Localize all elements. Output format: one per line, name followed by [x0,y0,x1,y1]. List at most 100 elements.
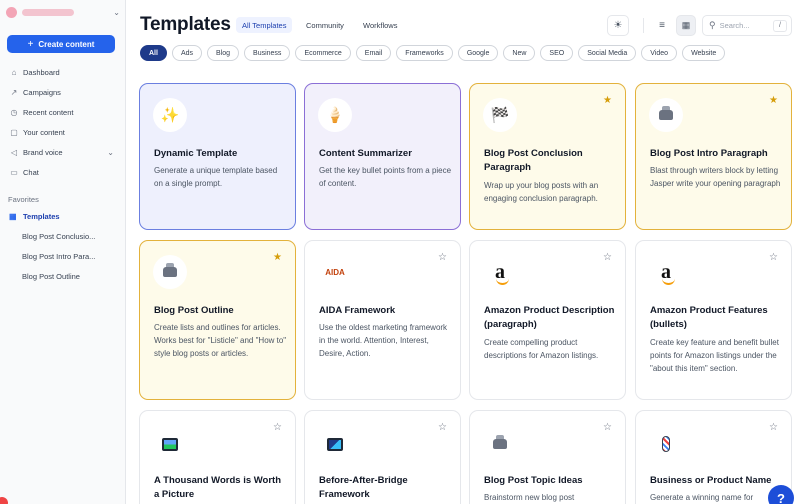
page-title: Templates [140,14,231,35]
list-view-button[interactable]: ≡ [652,15,672,36]
filter-chips: All Ads Blog Business Ecommerce Email Fr… [140,45,726,61]
template-card-thousand-words[interactable]: ☆ A Thousand Words is Worth a Picture [139,410,296,504]
star-outline-icon[interactable]: ☆ [769,252,778,263]
star-icon[interactable]: ★ [273,252,282,263]
question-mark-icon: ? [777,490,785,504]
grid-view-button[interactable]: ▦ [676,15,696,36]
grid-icon: ▦ [9,211,17,221]
card-title: Amazon Product Description (paragraph) [484,305,615,330]
template-card-amazon-product-description[interactable]: a ☆ Amazon Product Description (paragrap… [469,240,626,400]
search-box[interactable]: ⚲ / [702,15,792,36]
tab-all-templates[interactable]: All Templates [236,17,293,33]
toolbox-icon [483,427,517,461]
sparkles-icon: ✨ [153,98,187,132]
create-content-button[interactable]: + Create content [7,35,115,53]
filter-ads[interactable]: Ads [171,45,203,61]
amazon-logo-text: a [661,261,675,285]
search-shortcut-key: / [773,19,787,32]
sidebar-item-label: Your content [23,127,65,137]
filter-social-media[interactable]: Social Media [578,45,637,61]
amazon-logo-text: a [495,261,509,285]
card-title: Dynamic Template [154,148,238,159]
template-card-blog-post-topic-ideas[interactable]: ☆ Blog Post Topic Ideas Brainstorm new b… [469,410,626,504]
sidebar-item-campaigns[interactable]: ↗ Campaigns [0,82,126,102]
workspace-name-redacted [22,8,74,16]
framed-picture-icon [153,427,187,461]
template-card-business-product-name[interactable]: ☆ Business or Product Name Generate a wi… [635,410,792,504]
favorite-blog-post-intro[interactable]: Blog Post Intro Para... [0,246,126,266]
card-title: Blog Post Outline [154,305,234,316]
aida-logo-text: AIDA [325,267,345,277]
favorite-label: Blog Post Intro Para... [22,251,96,261]
card-description: Create key feature and benefit bullet po… [650,338,779,373]
sidebar-item-label: Brand voice [23,147,63,157]
star-outline-icon[interactable]: ☆ [603,422,612,433]
checkered-flag-icon: 🏁 [483,98,517,132]
star-outline-icon[interactable]: ☆ [769,422,778,433]
star-outline-icon[interactable]: ☆ [438,252,447,263]
filter-new[interactable]: New [503,45,536,61]
card-title: Blog Post Conclusion Paragraph [484,148,583,173]
search-icon: ⚲ [709,20,716,30]
sun-icon: ☀ [613,20,623,31]
sidebar-item-label: Chat [23,167,39,177]
amazon-logo-icon: a [483,255,517,289]
template-card-blog-post-intro[interactable]: ★ Blog Post Intro Paragraph Blast throug… [635,83,792,230]
favorite-blog-post-conclusion[interactable]: Blog Post Conclusio... [0,226,126,246]
filter-frameworks[interactable]: Frameworks [396,45,453,61]
favorite-blog-post-outline[interactable]: Blog Post Outline [0,266,126,286]
card-description: Create lists and outlines for articles. … [154,323,287,358]
sidebar-item-templates[interactable]: ▦ Templates [0,206,126,226]
sidebar-item-label: Dashboard [23,67,60,77]
filter-email[interactable]: Email [355,45,392,61]
theme-toggle-button[interactable]: ☀ [607,15,629,36]
sidebar-item-label: Campaigns [23,87,61,97]
filter-blog[interactable]: Blog [207,45,240,61]
workspace-switcher[interactable]: ⌄ [6,5,120,19]
filter-all[interactable]: All [140,45,167,61]
card-title: Content Summarizer [319,148,412,159]
chat-icon: ▭ [10,167,18,177]
filter-website[interactable]: Website [682,45,726,61]
template-card-dynamic-template[interactable]: ✨ Dynamic Template Generate a unique tem… [139,83,296,230]
help-button[interactable]: ? [768,485,794,504]
sidebar-item-dashboard[interactable]: ⌂ Dashboard [0,62,126,82]
star-icon[interactable]: ★ [603,95,612,106]
sidebar-item-recent-content[interactable]: ◷ Recent content [0,102,126,122]
card-description: Create compelling product descriptions f… [484,338,599,360]
plus-icon: + [27,38,34,50]
star-icon[interactable]: ★ [769,95,778,106]
filter-ecommerce[interactable]: Ecommerce [295,45,351,61]
card-description: Brainstorm new blog post [484,493,575,502]
sidebar-item-label: Recent content [23,107,74,117]
star-outline-icon[interactable]: ☆ [273,422,282,433]
filter-seo[interactable]: SEO [540,45,574,61]
barber-pole-icon [649,427,683,461]
card-description: Generate a unique template based on a si… [154,166,278,188]
template-card-blog-post-outline[interactable]: ★ Blog Post Outline Create lists and out… [139,240,296,400]
filter-google[interactable]: Google [457,45,499,61]
template-card-amazon-product-features[interactable]: a ☆ Amazon Product Features (bullets) Cr… [635,240,792,400]
list-icon: ≡ [659,20,665,31]
tab-community[interactable]: Community [300,17,350,33]
search-input[interactable] [719,21,766,30]
template-card-before-after-bridge[interactable]: ☆ Before-After-Bridge Framework [304,410,461,504]
card-title: Business or Product Name [650,475,772,486]
card-description: Use the oldest marketing framework in th… [319,323,448,358]
sidebar-item-chat[interactable]: ▭ Chat [0,162,126,182]
template-card-blog-post-conclusion[interactable]: 🏁 ★ Blog Post Conclusion Paragraph Wrap … [469,83,626,230]
megaphone-icon: ◁ [10,147,18,157]
tab-workflows[interactable]: Workflows [357,17,403,33]
star-outline-icon[interactable]: ☆ [438,422,447,433]
sidebar-item-brand-voice[interactable]: ◁ Brand voice ⌄ [0,142,126,162]
card-description: Blast through writers block by letting J… [650,166,781,188]
chevron-down-icon: ⌄ [113,7,120,17]
star-outline-icon[interactable]: ☆ [603,252,612,263]
notification-dot[interactable] [0,497,8,504]
template-card-aida-framework[interactable]: AIDA ☆ AIDA Framework Use the oldest mar… [304,240,461,400]
filter-business[interactable]: Business [244,45,291,61]
card-title: Blog Post Intro Paragraph [650,148,768,159]
template-card-content-summarizer[interactable]: 🍦 Content Summarizer Get the key bullet … [304,83,461,230]
sidebar-item-your-content[interactable]: ▢ Your content [0,122,126,142]
filter-video[interactable]: Video [641,45,678,61]
